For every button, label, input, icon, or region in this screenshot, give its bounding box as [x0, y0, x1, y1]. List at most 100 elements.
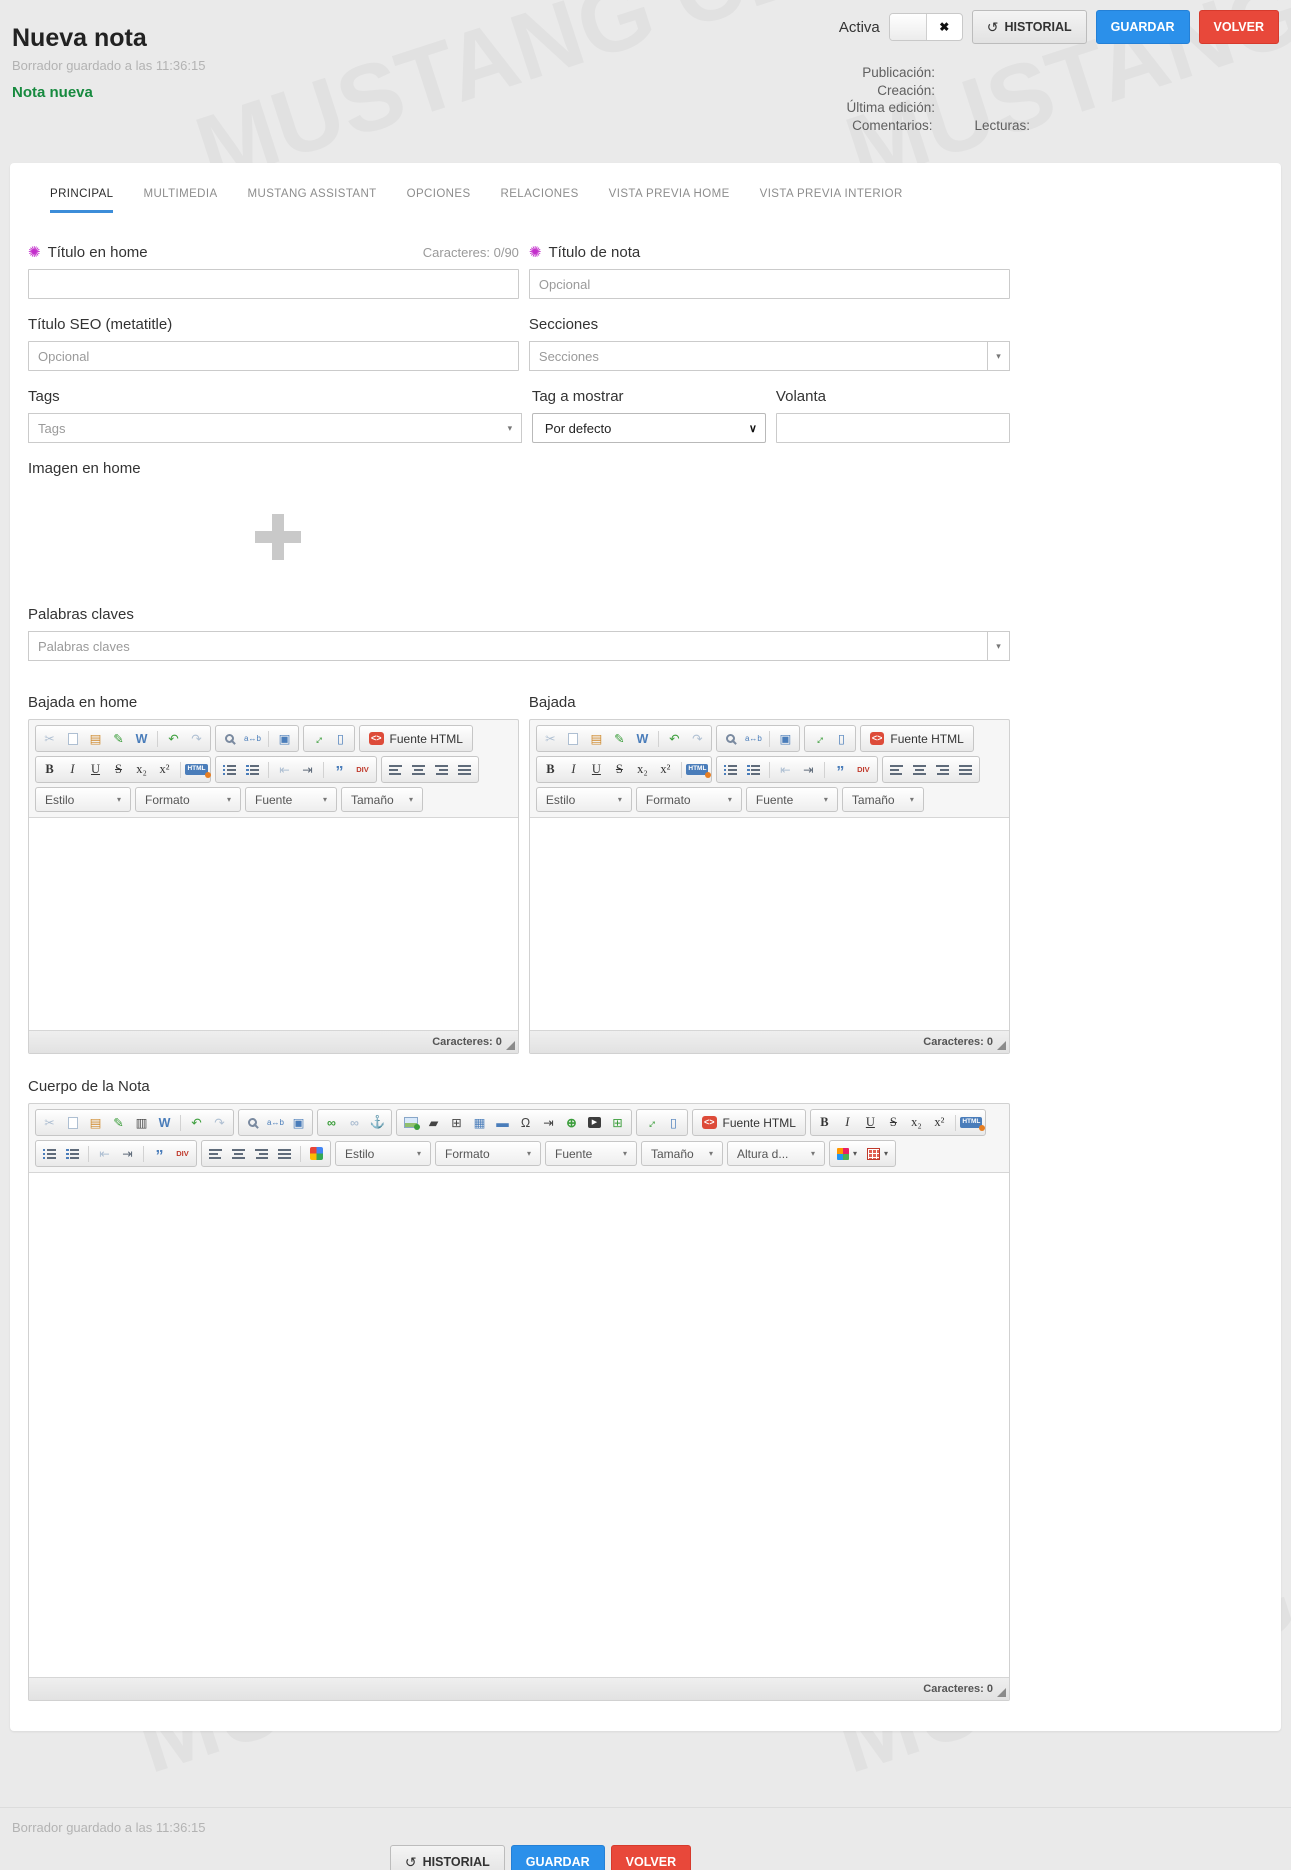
image-upload-dropzone[interactable] [28, 485, 528, 589]
editor-content[interactable] [530, 817, 1009, 1031]
align-left-icon[interactable] [886, 760, 907, 779]
volanta-input[interactable] [776, 413, 1010, 443]
redo-icon[interactable]: ↷ [209, 1113, 230, 1132]
copy-icon[interactable] [563, 729, 584, 748]
blockquote-icon[interactable]: ” [329, 760, 350, 779]
align-right-icon[interactable] [251, 1144, 272, 1163]
editor-content[interactable] [29, 1172, 1009, 1678]
back-button[interactable]: VOLVER [611, 1845, 691, 1870]
ordered-list-icon[interactable] [39, 1144, 60, 1163]
page-break-icon[interactable]: ⇥ [538, 1113, 559, 1132]
remove-format-icon[interactable]: HTML [961, 1113, 982, 1132]
remove-format-icon[interactable]: HTML [186, 760, 207, 779]
subscript-icon[interactable]: x₂ [632, 760, 653, 779]
maximize-icon[interactable]: ↔ [804, 724, 832, 752]
div-container-icon[interactable]: DIV [853, 760, 874, 779]
superscript-icon[interactable]: x² [929, 1113, 950, 1132]
table-icon[interactable]: ▦ [469, 1113, 490, 1132]
chevron-down-icon[interactable]: ▾ [987, 342, 1009, 370]
chevron-down-icon[interactable]: ▾ [987, 632, 1009, 660]
select-all-icon[interactable]: ▣ [288, 1113, 309, 1132]
strikethrough-icon[interactable]: S [883, 1113, 904, 1132]
italic-icon[interactable]: I [62, 760, 83, 779]
tab-opciones[interactable]: OPCIONES [407, 188, 471, 213]
bulleted-list-icon[interactable] [242, 760, 263, 779]
search-icon[interactable] [242, 1113, 263, 1132]
align-right-icon[interactable] [431, 760, 452, 779]
tab-vista-previa-home[interactable]: VISTA PREVIA HOME [609, 188, 730, 213]
source-html-button[interactable]: <> Fuente HTML [359, 725, 473, 752]
strikethrough-icon[interactable]: S [609, 760, 630, 779]
cut-icon[interactable]: ✂ [540, 729, 561, 748]
show-blocks-icon[interactable]: ▯ [663, 1113, 684, 1132]
titulo-seo-input[interactable] [28, 341, 519, 371]
link-icon[interactable]: ∞ [321, 1113, 342, 1132]
editor-content[interactable] [29, 817, 518, 1031]
cut-icon[interactable]: ✂ [39, 1113, 60, 1132]
font-combo[interactable]: Fuente▾ [746, 787, 838, 812]
align-center-icon[interactable] [408, 760, 429, 779]
tab-vista-previa-interior[interactable]: VISTA PREVIA INTERIOR [760, 188, 903, 213]
bold-icon[interactable]: B [39, 760, 60, 779]
indent-icon[interactable]: ⇥ [297, 760, 318, 779]
flash-media-icon[interactable]: ▰ [423, 1113, 444, 1132]
align-left-icon[interactable] [205, 1144, 226, 1163]
maximize-icon[interactable]: ↔ [303, 724, 331, 752]
history-button[interactable]: ↺ HISTORIAL [390, 1845, 505, 1870]
format-combo[interactable]: Formato▾ [636, 787, 742, 812]
resize-handle[interactable] [506, 1041, 515, 1050]
bulleted-list-icon[interactable] [743, 760, 764, 779]
source-html-button[interactable]: <> Fuente HTML [860, 725, 974, 752]
add-image-icon[interactable] [255, 514, 301, 560]
table-style-button[interactable]: ▾ [863, 1143, 892, 1164]
replace-icon[interactable]: a↔b [743, 729, 764, 748]
text-color-button[interactable]: ▾ [833, 1143, 861, 1164]
paste-word-icon[interactable]: W [131, 729, 152, 748]
subscript-icon[interactable]: x₂ [131, 760, 152, 779]
italic-icon[interactable]: I [563, 760, 584, 779]
tags-select[interactable]: Tags ▾ [28, 413, 522, 443]
copy-icon[interactable] [62, 1113, 83, 1132]
style-combo[interactable]: Estilo▾ [536, 787, 632, 812]
tab-multimedia[interactable]: MULTIMEDIA [143, 188, 217, 213]
size-combo[interactable]: Tamaño▾ [641, 1141, 723, 1166]
format-combo[interactable]: Formato▾ [135, 787, 241, 812]
paste-word-icon[interactable]: W [632, 729, 653, 748]
bulleted-list-icon[interactable] [62, 1144, 83, 1163]
tab-mustang-assistant[interactable]: MUSTANG ASSISTANT [248, 188, 377, 213]
chevron-down-icon[interactable]: ▾ [499, 414, 521, 442]
select-all-icon[interactable]: ▣ [775, 729, 796, 748]
font-combo[interactable]: Fuente▾ [545, 1141, 637, 1166]
blockquote-icon[interactable]: ” [149, 1144, 170, 1163]
show-blocks-icon[interactable]: ▯ [831, 729, 852, 748]
underline-icon[interactable]: U [85, 760, 106, 779]
youtube-icon[interactable]: ▶ [584, 1113, 605, 1132]
tag-mostrar-select[interactable]: Por defecto ∨ [532, 413, 766, 443]
align-justify-icon[interactable] [274, 1144, 295, 1163]
paste-icon[interactable]: ▤ [586, 729, 607, 748]
active-toggle[interactable]: ✖ [889, 13, 963, 41]
undo-icon[interactable]: ↶ [664, 729, 685, 748]
outdent-icon[interactable]: ⇤ [775, 760, 796, 779]
align-justify-icon[interactable] [454, 760, 475, 779]
align-right-icon[interactable] [932, 760, 953, 779]
bold-icon[interactable]: B [814, 1113, 835, 1132]
paste-text-icon[interactable]: ✎ [609, 729, 630, 748]
resize-handle[interactable] [997, 1041, 1006, 1050]
size-combo[interactable]: Tamaño▾ [341, 787, 423, 812]
align-left-icon[interactable] [385, 760, 406, 779]
superscript-icon[interactable]: x² [154, 760, 175, 779]
paste-icon[interactable]: ▤ [85, 1113, 106, 1132]
image-icon[interactable] [400, 1113, 421, 1132]
font-combo[interactable]: Fuente▾ [245, 787, 337, 812]
div-container-icon[interactable]: DIV [352, 760, 373, 779]
outdent-icon[interactable]: ⇤ [274, 760, 295, 779]
cut-icon[interactable]: ✂ [39, 729, 60, 748]
source-html-button[interactable]: <> Fuente HTML [692, 1109, 806, 1136]
undo-icon[interactable]: ↶ [163, 729, 184, 748]
bold-icon[interactable]: B [540, 760, 561, 779]
paste-icon[interactable]: ▤ [85, 729, 106, 748]
embed-media-icon[interactable]: ⊞ [607, 1113, 628, 1132]
search-icon[interactable] [219, 729, 240, 748]
line-height-combo[interactable]: Altura d...▾ [727, 1141, 825, 1166]
